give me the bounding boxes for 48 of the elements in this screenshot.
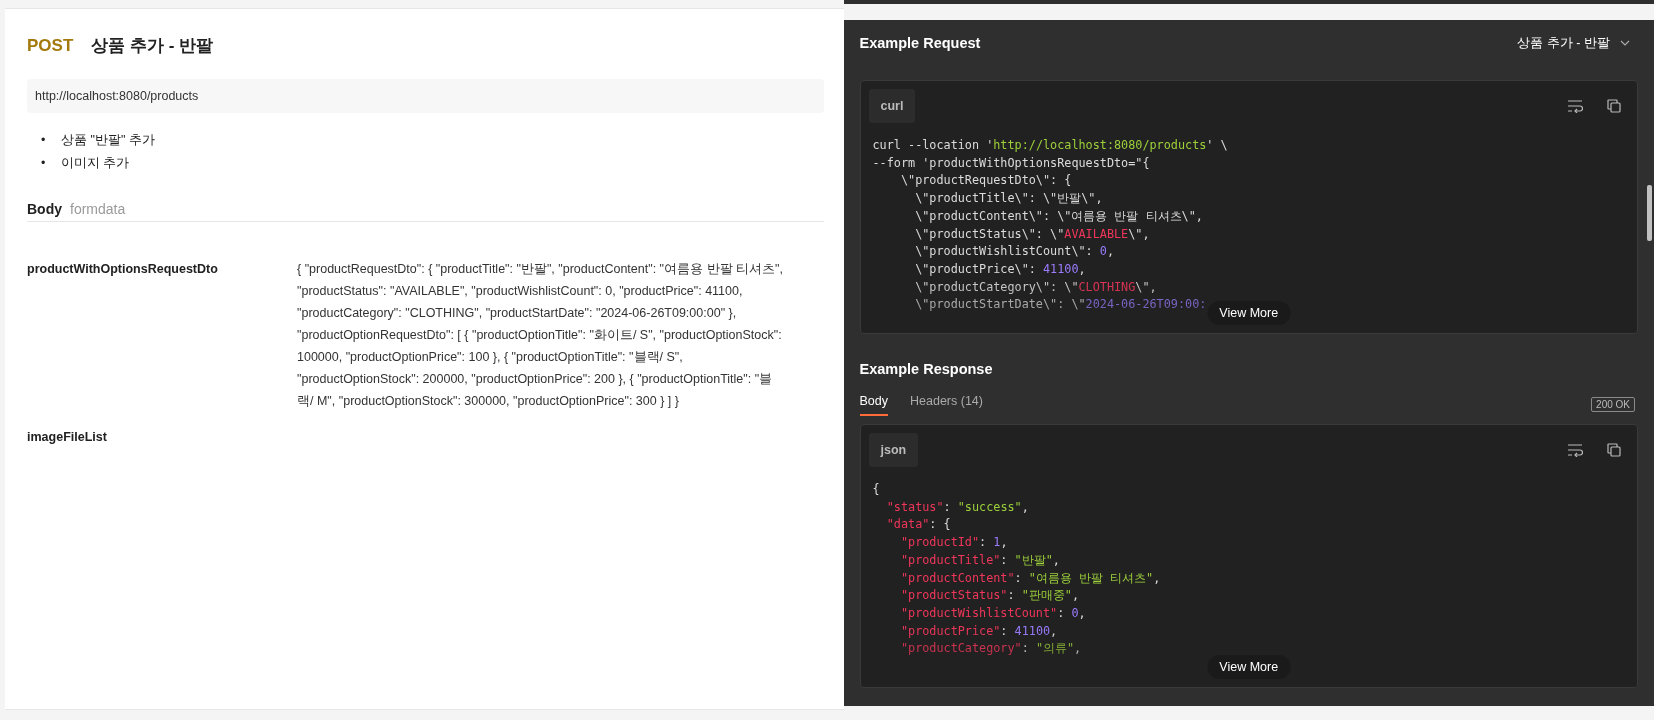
description-item: 상품 "반팔" 추가 bbox=[61, 133, 155, 147]
code-line: \"productTitle\": \"반팔\", bbox=[914, 190, 1103, 208]
code-line: \"productStartDate\": \"2024-06-26T09:00: bbox=[914, 296, 1207, 314]
bullet-mark: • bbox=[41, 155, 47, 172]
code-line: curl --location 'http://localhost:8080/products' \ bbox=[872, 137, 1228, 154]
wrap-lines-icon[interactable] bbox=[1567, 99, 1583, 113]
param-key: imageFileList bbox=[27, 426, 297, 448]
status-badge: 200 OK bbox=[1591, 396, 1635, 412]
bullet-mark: • bbox=[41, 132, 47, 149]
language-label: json bbox=[868, 433, 919, 467]
code-line: "productPrice": 41100, bbox=[899, 622, 1058, 640]
language-label: curl bbox=[868, 89, 916, 123]
http-method: POST bbox=[27, 36, 74, 56]
code-line: \"productStatus\": \"AVAILABLE\", bbox=[914, 225, 1150, 243]
code-line: "productWishlistCount": 0, bbox=[899, 604, 1086, 622]
chevron-down-icon bbox=[1620, 40, 1630, 46]
url-field: http://localhost:8080/products bbox=[27, 79, 824, 113]
scrollbar-thumb[interactable] bbox=[1647, 185, 1652, 241]
code-line: "status": "success", bbox=[885, 498, 1029, 516]
param-key: productWithOptionsRequestDto bbox=[27, 258, 297, 412]
response-tab[interactable]: Body bbox=[859, 392, 888, 416]
copy-icon[interactable] bbox=[1607, 99, 1621, 113]
view-more-button[interactable]: View More bbox=[1207, 655, 1291, 679]
code-line: { bbox=[872, 481, 880, 498]
body-heading: Body bbox=[27, 201, 62, 217]
body-type: formdata bbox=[70, 201, 126, 217]
copy-icon[interactable] bbox=[1607, 443, 1621, 457]
code-line: "productContent": "여름용 반팔 티셔츠", bbox=[899, 569, 1161, 587]
view-more-button[interactable]: View More bbox=[1207, 301, 1291, 325]
code-line: \"productCategory\": \"CLOTHING\", bbox=[914, 278, 1157, 296]
code-line: \"productWishlistCount\": 0, bbox=[914, 243, 1114, 261]
wrap-lines-icon[interactable] bbox=[1567, 443, 1583, 457]
code-line: "productCategory": "의류", bbox=[899, 640, 1082, 658]
section-title: Example Response bbox=[859, 361, 993, 377]
description-item: 이미지 추가 bbox=[61, 156, 130, 170]
example-selector[interactable]: 상품 추가 - 반팔 bbox=[1517, 34, 1638, 52]
code-line: "data": { bbox=[885, 516, 951, 534]
code-line: "productId": 1, bbox=[899, 534, 1008, 552]
response-tab[interactable]: Headers (14) bbox=[910, 392, 983, 416]
code-line: \"productRequestDto\": { bbox=[899, 172, 1072, 190]
request-name: 상품 추가 - 반팔 bbox=[91, 35, 214, 57]
code-line: "productStatus": "판매중", bbox=[899, 587, 1079, 605]
section-title: Example Request bbox=[859, 35, 981, 51]
code-line: --form 'productWithOptionsRequestDto="{ bbox=[872, 154, 1150, 172]
param-value: { "productRequestDto": { "productTitle": "반팔", "productContent": "여름용 반팔 티셔츠", "productStatus": "AVAILABLE", "productWishlistCount": 0, "productPrice": 41100, "productCategory": "CLOTHING", "productStartDate": "2024-06-26T09:00:00" }, "productOptionRequestDto": [ { "productOptionTitle": "화이트/ S", "productOptionStock": 100000, "productOptionPrice": 100 }, { "productOptionTitle": "블랙/ S", "productOptionStock": 200000, "productOptionPrice": 200 }, { "productOptionTitle": "블랙/ M", "productOptionStock": 300000, "productOptionPrice": 300 } ] } bbox=[297, 261, 784, 410]
code-line: "productTitle": "반팔", bbox=[899, 551, 1060, 569]
code-line: \"productContent\": \"여름용 반팔 티셔츠\", bbox=[914, 207, 1203, 225]
code-line: \"productPrice\": 41100, bbox=[914, 260, 1086, 278]
